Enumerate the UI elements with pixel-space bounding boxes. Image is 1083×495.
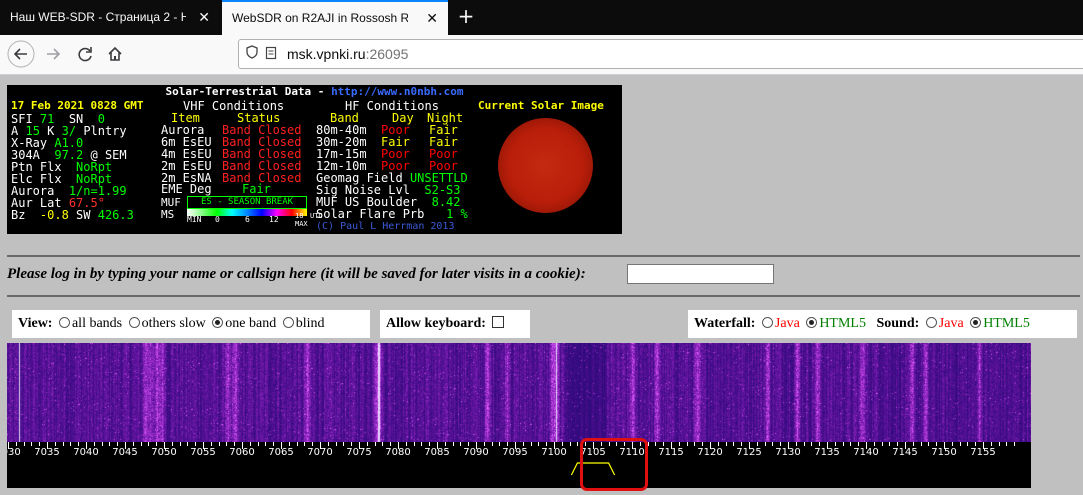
divider bbox=[7, 295, 1080, 297]
sw-value: 426.3 bbox=[97, 208, 134, 222]
view-option-label[interactable]: all bands bbox=[72, 316, 122, 331]
view-radio-all-bands[interactable] bbox=[58, 317, 70, 328]
callsign-input[interactable] bbox=[627, 264, 774, 284]
banner-title: Solar-Terrestrial Data - bbox=[165, 85, 332, 98]
bz-sw-row: Bz -0.8 SW 426.3 bbox=[11, 209, 134, 221]
tab-title: WebSDR on R2AJI in Rossosh Ru bbox=[232, 11, 408, 25]
view-control: View: all bands others slow one band bli… bbox=[12, 310, 370, 338]
tab-websdr-r2aji[interactable]: WebSDR on R2AJI in Rossosh Ru ✕ bbox=[222, 0, 448, 35]
banner-link[interactable]: http://www.n0nbh.com bbox=[331, 85, 463, 98]
view-radio-one-band[interactable] bbox=[212, 317, 224, 328]
frequency-scale[interactable]: 7030703570407045705070557060706570707075… bbox=[7, 442, 1031, 488]
view-option-label[interactable]: one band bbox=[225, 316, 276, 331]
sound-option-html5[interactable]: HTML5 bbox=[983, 316, 1030, 331]
keyboard-control: Allow keyboard: bbox=[380, 310, 530, 338]
view-option-label[interactable]: blind bbox=[296, 316, 325, 331]
scale-0-label: 0 bbox=[215, 215, 220, 224]
reload-icon[interactable] bbox=[70, 39, 100, 69]
login-prompt: Please log in by typing your name or cal… bbox=[7, 266, 586, 282]
url-port: :26095 bbox=[365, 46, 409, 62]
scale-max-label: MAX bbox=[295, 220, 308, 228]
sound-radio-java[interactable] bbox=[925, 317, 937, 328]
navigation-bar: msk.vpnki.ru:26095 bbox=[0, 35, 1083, 75]
tracking-shield-icon[interactable] bbox=[245, 40, 259, 68]
view-radio-blind[interactable] bbox=[282, 317, 294, 328]
tab-bar: Наш WEB-SDR - Страница 2 - HAM ✕ WebSDR … bbox=[0, 0, 1083, 35]
divider bbox=[7, 255, 1080, 257]
solar-date: 17 Feb 2021 0828 GMT bbox=[11, 99, 144, 112]
es-season-break: ES - SEASON BREAK bbox=[187, 196, 307, 209]
tab-title: Наш WEB-SDR - Страница 2 - HAM bbox=[10, 10, 186, 24]
connection-icon[interactable] bbox=[265, 40, 277, 68]
eme-value: Fair bbox=[242, 182, 271, 196]
sw-label: SW bbox=[76, 208, 91, 222]
scale-min-label: MIN bbox=[187, 215, 202, 224]
k-description: Plntry bbox=[83, 124, 127, 138]
passband-highlight-box bbox=[580, 438, 648, 491]
solar-image-title: Current Solar Image bbox=[478, 99, 604, 112]
sound-radio-html5[interactable] bbox=[970, 317, 982, 328]
waterfall-display[interactable] bbox=[7, 343, 1031, 442]
waterfall-radio-java[interactable] bbox=[761, 317, 773, 328]
flare-label: Solar Flare Prb bbox=[316, 207, 425, 221]
view-label: View: bbox=[18, 316, 53, 331]
solar-terrestrial-banner[interactable]: Solar-Terrestrial Data - http://www.n0nb… bbox=[7, 85, 622, 234]
passband-shape[interactable] bbox=[7, 442, 1031, 488]
sound-option-java[interactable]: Java bbox=[939, 316, 964, 331]
scale-6-label: 6 bbox=[245, 215, 250, 224]
url-host: msk.vpnki.ru bbox=[287, 46, 366, 62]
tab-websdr-forum[interactable]: Наш WEB-SDR - Страница 2 - HAM ✕ bbox=[0, 0, 220, 35]
close-tab-icon[interactable]: ✕ bbox=[426, 2, 438, 35]
allow-keyboard-checkbox[interactable] bbox=[491, 316, 504, 328]
sound-label: Sound: bbox=[876, 316, 920, 331]
flare-row: Solar Flare Prb 1 % bbox=[316, 208, 468, 220]
waterfall-radio-html5[interactable] bbox=[806, 317, 818, 328]
ms-label: MS bbox=[161, 208, 175, 221]
forward-icon[interactable] bbox=[38, 39, 68, 69]
home-icon[interactable] bbox=[100, 39, 130, 69]
copyright: (C) Paul L Herrman 2013 bbox=[316, 221, 455, 232]
scale-18-label: 18 bbox=[295, 212, 304, 220]
address-bar[interactable]: msk.vpnki.ru:26095 bbox=[238, 39, 1083, 69]
url-text: msk.vpnki.ru:26095 bbox=[287, 40, 408, 68]
waterfall-sound-control: Waterfall: Java HTML5 Sound: Java HTML5 bbox=[688, 310, 1077, 338]
solar-image bbox=[498, 118, 593, 213]
waterfall-label: Waterfall: bbox=[694, 316, 756, 331]
bz-label: Bz bbox=[11, 208, 26, 222]
new-tab-button[interactable]: + bbox=[454, 0, 478, 35]
bz-value: -0.8 bbox=[39, 208, 69, 222]
flare-value: 1 % bbox=[446, 207, 468, 221]
close-tab-icon[interactable]: ✕ bbox=[198, 0, 210, 35]
eme-label: EME Deg bbox=[161, 182, 212, 196]
scale-12-label: 12 bbox=[269, 215, 279, 224]
banner-header: Solar-Terrestrial Data - http://www.n0nb… bbox=[7, 85, 622, 98]
view-radio-others-slow[interactable] bbox=[128, 317, 140, 328]
view-option-label[interactable]: others slow bbox=[142, 316, 206, 331]
waterfall-option-html5[interactable]: HTML5 bbox=[819, 316, 866, 331]
back-icon[interactable] bbox=[6, 39, 36, 69]
keyboard-label: Allow keyboard: bbox=[386, 316, 486, 331]
waterfall-option-java[interactable]: Java bbox=[775, 316, 800, 331]
